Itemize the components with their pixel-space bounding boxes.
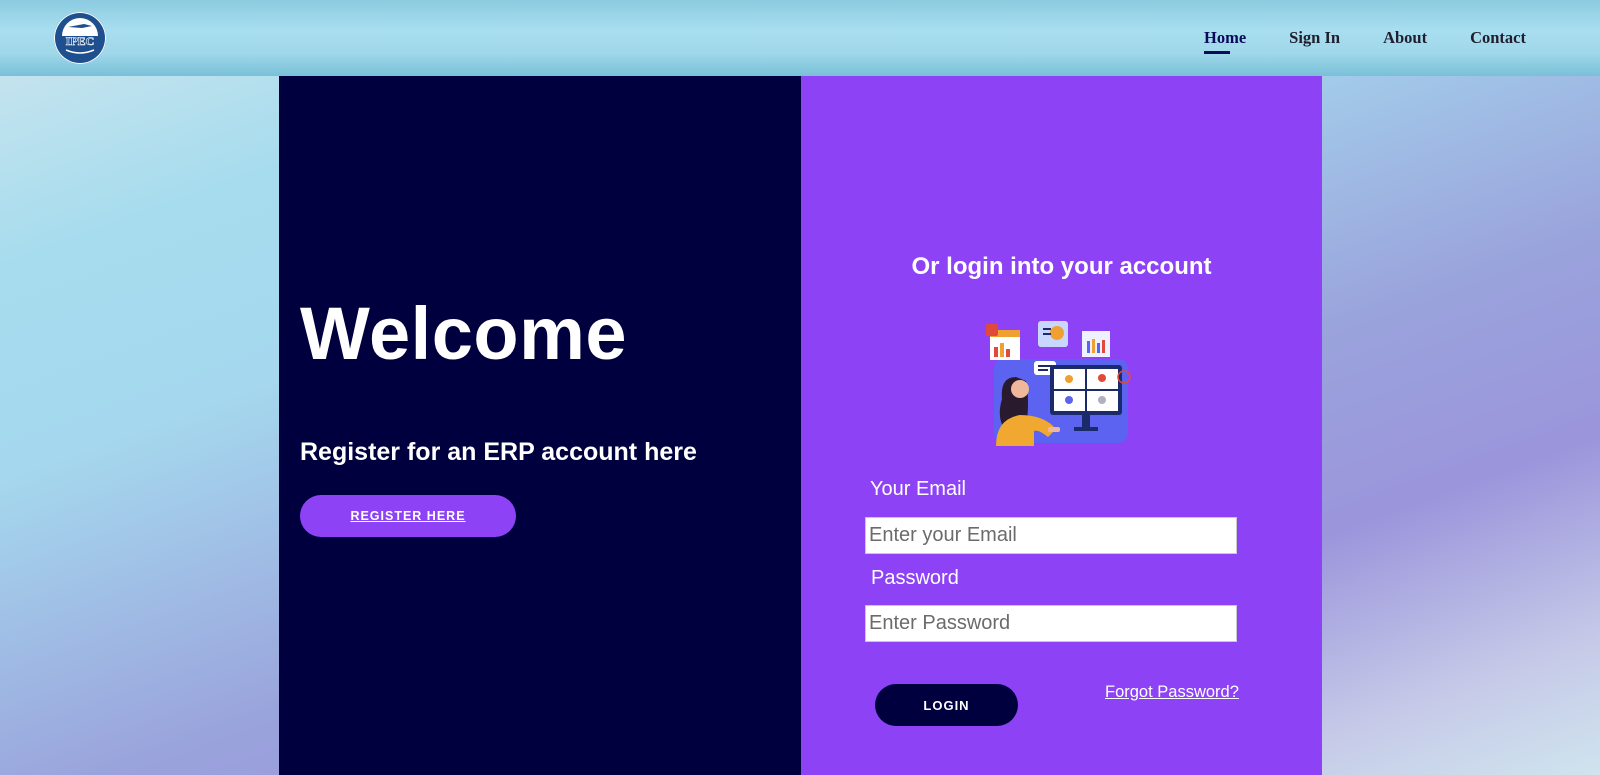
nav-sign-in[interactable]: Sign In	[1289, 28, 1340, 48]
register-panel: Welcome Register for an ERP account here…	[279, 76, 801, 775]
email-label: Your Email	[870, 478, 966, 500]
login-button[interactable]: LOGIN	[875, 684, 1018, 726]
login-title: Or login into your account	[911, 253, 1212, 280]
logo-text: IPEC	[66, 34, 95, 48]
password-field[interactable]	[865, 605, 1237, 642]
ipec-logo[interactable]: IPEC	[54, 12, 106, 64]
ipec-logo-emblem: IPEC	[55, 13, 105, 63]
video-conference-illustration-icon	[986, 321, 1131, 446]
register-button[interactable]: REGISTER HERE	[300, 495, 516, 537]
login-panel: Or login into your account Your Email En…	[801, 76, 1322, 775]
email-field[interactable]	[865, 517, 1237, 554]
register-prompt: Register for an ERP account here	[300, 438, 697, 466]
welcome-heading: Welcome	[300, 292, 628, 375]
forgot-password-link[interactable]: Forgot Password?	[1105, 683, 1239, 702]
nav-about[interactable]: About	[1383, 28, 1427, 48]
nav-contact[interactable]: Contact	[1470, 28, 1526, 48]
password-label: Password	[871, 567, 959, 589]
top-header: IPEC Home Sign In About Contact	[0, 0, 1600, 76]
main-nav: Home Sign In About Contact	[1204, 28, 1526, 54]
nav-home[interactable]: Home	[1204, 28, 1246, 54]
